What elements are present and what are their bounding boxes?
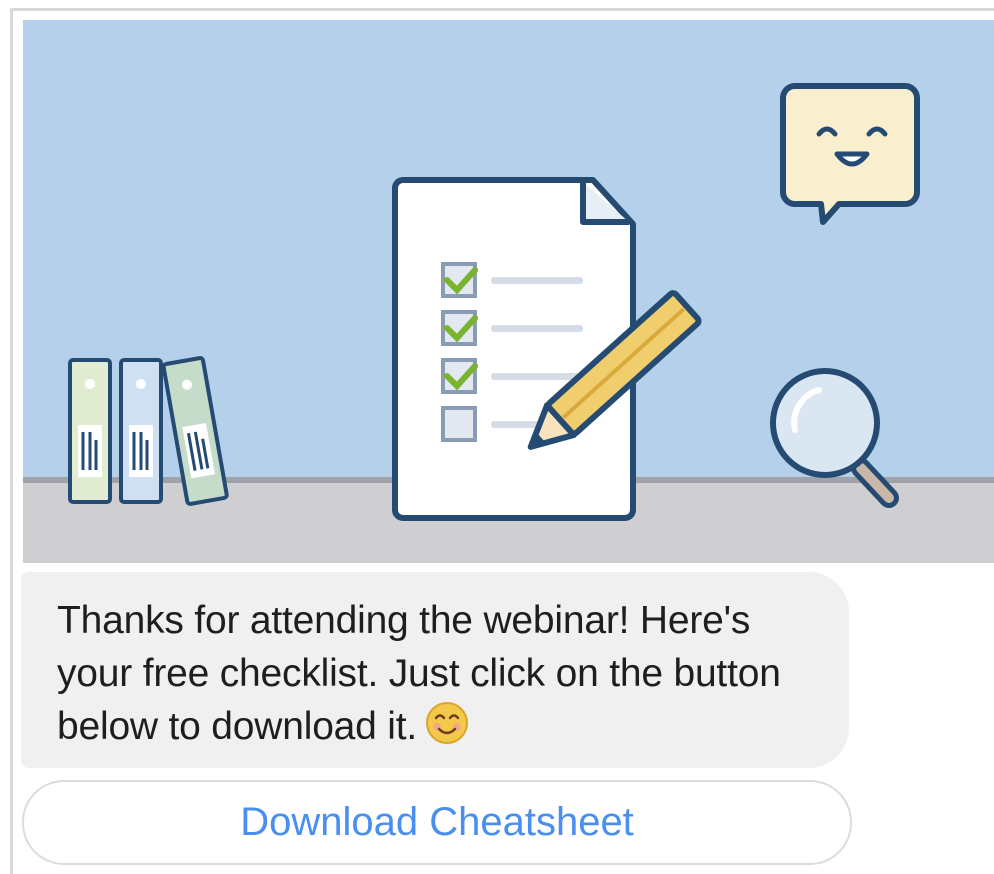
chat-message-bubble: Thanks for attending the webinar! Here's… [21,572,849,768]
checklist-document-icon [392,177,636,521]
smiling-speech-bubble-icon [780,83,920,225]
binders-icon [68,356,229,506]
smiling-face-emoji-icon [425,701,469,759]
download-cheatsheet-label: Download Cheatsheet [240,800,634,844]
message-text-content: Thanks for attending the webinar! Here's… [57,599,781,748]
checklist-illustration [23,20,994,563]
download-cheatsheet-button[interactable]: Download Cheatsheet [22,780,852,865]
message-text: Thanks for attending the webinar! Here's… [57,594,819,759]
